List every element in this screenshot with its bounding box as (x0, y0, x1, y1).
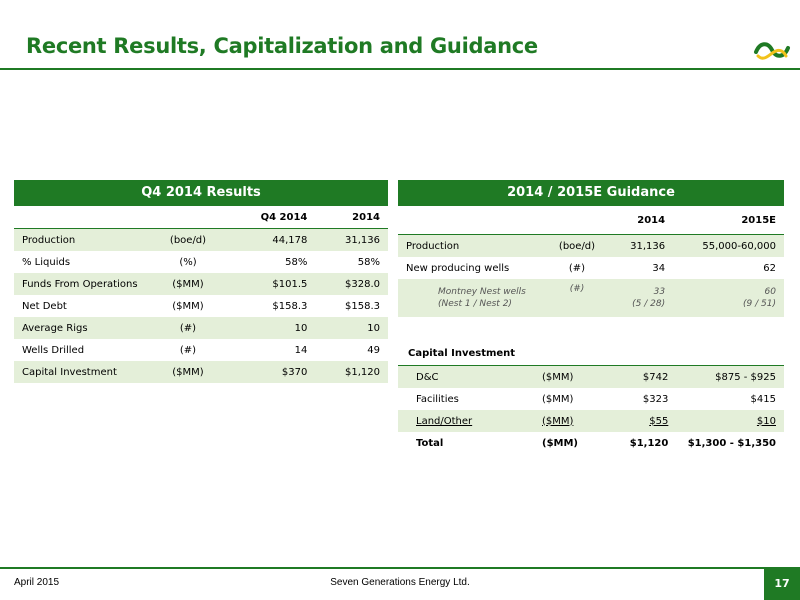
col-label (398, 206, 544, 235)
footer-company: Seven Generations Energy Ltd. (330, 577, 470, 588)
capital-investment-label: Capital Investment (408, 348, 516, 359)
table-row: Wells Drilled (#) 14 49 (22, 344, 380, 356)
col-unit (150, 206, 226, 229)
guidance-heading: 2014 / 2015E Guidance (398, 180, 784, 206)
table-header-row: Q4 2014 2014 (14, 206, 388, 229)
page-number: 17 (764, 568, 800, 600)
table-header-row: 2014 2015E (398, 206, 784, 235)
capital-table: D&C ($MM) $742 $875 - $925 Facilities ($MM) $… (398, 365, 784, 454)
q4-results-table: Q4 2014 2014 Production (boe/d) 44,178 31,1… (14, 206, 388, 383)
col-q4-2014: Q4 2014 (226, 206, 316, 229)
table-row: Net Debt ($MM) $158.3 $158.3 (22, 300, 380, 312)
page-title: Recent Results, Capitalization and Guida… (26, 34, 538, 58)
table-subrow: Montney Nest wells (Nest 1 / Nest 2) (#) … (398, 279, 784, 317)
col-2015e: 2015E (673, 206, 784, 235)
col-2014: 2014 (315, 206, 388, 229)
footer-rule (0, 567, 800, 569)
title-rule (0, 68, 800, 70)
table-row: New producing wells (#) 34 62 (406, 262, 776, 274)
table-row: Land/Other ($MM) $55 $10 (398, 410, 784, 432)
table-row: Capital Investment ($MM) $370 $1,120 (14, 361, 388, 383)
table-total-row: Total ($MM) $1,120 $1,300 - $1,350 (416, 437, 776, 449)
table-row: Production (boe/d) 44,178 31,136 (14, 228, 388, 251)
table-row: Average Rigs (#) 10 10 (14, 317, 388, 339)
table-row: Funds From Operations ($MM) $101.5 $328.0 (14, 273, 388, 295)
q4-results-panel: Q4 2014 Results Q4 2014 2014 Production(… (14, 180, 388, 383)
col-unit (544, 206, 610, 235)
guidance-panel: 2014 / 2015E Guidance 2014 2015E Product… (398, 180, 784, 449)
table-row: D&C ($MM) $742 $875 - $925 (398, 365, 784, 388)
company-logo-icon (754, 42, 790, 60)
guidance-table: 2014 2015E Production (boe/d) 31,136 55,000… (398, 206, 784, 317)
q4-results-heading: Q4 2014 Results (14, 180, 388, 206)
table-row: Production (boe/d) 31,136 55,000-60,000 (398, 234, 784, 257)
table-row: % Liquids (%) 58% 58% (22, 256, 380, 268)
col-label (14, 206, 150, 229)
table-row: Facilities ($MM) $323 $415 (416, 393, 776, 405)
col-2014: 2014 (610, 206, 674, 235)
